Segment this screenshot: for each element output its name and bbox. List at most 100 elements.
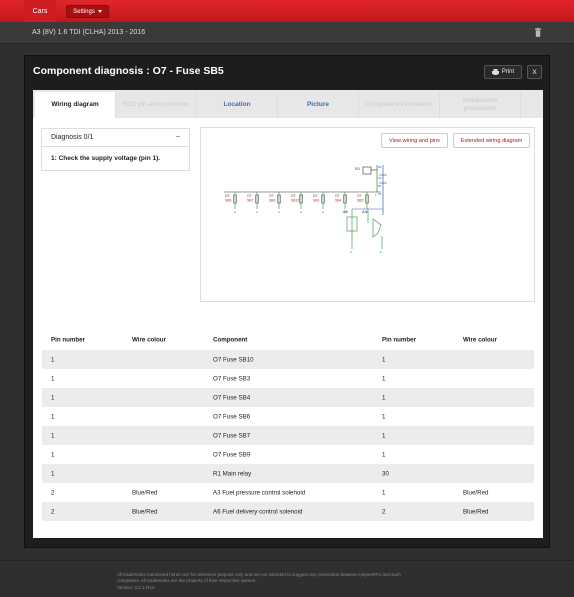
fuse-symbol[interactable]: O7SB9 2 [225, 192, 237, 214]
table-row[interactable]: 1 R1 Main relay 30 [42, 464, 534, 483]
a3-solenoid-symbol [372, 218, 382, 238]
sensor-label: A3 [362, 209, 368, 214]
table-cell: Blue/Red [463, 508, 489, 515]
fuse-symbol[interactable]: O7SB3 2 [313, 192, 325, 214]
table-cell: O7 Fuse SB3 [213, 375, 251, 382]
table-cell: A6 Fuel delivery control solenoid [213, 508, 303, 515]
cars-tab[interactable]: Cars [24, 0, 56, 22]
table-cell: 2 [51, 508, 55, 515]
column-header: Pin number [382, 336, 417, 344]
tab-location[interactable]: Location [197, 92, 278, 118]
fuse-code-label: O7 [291, 194, 296, 198]
fuse-symbol[interactable]: O7SB6 2 [269, 192, 281, 214]
table-row[interactable]: 1 O7 Fuse SB3 1 [42, 369, 534, 388]
table-row[interactable]: 1 O7 Fuse SB4 1 [42, 388, 534, 407]
modal-content-panel: Wiring diagram ECU pin and connector Loc… [33, 90, 543, 538]
footer-disclaimer-line-2: companies. All trademarks are the proper… [117, 578, 257, 583]
tab-ecu-pin-and-connector: ECU pin and connector [116, 92, 197, 118]
table-cell: 1 [382, 356, 386, 363]
table-cell: 1 [51, 356, 55, 363]
fuse-code-label: O7 [335, 194, 340, 198]
fuse-name-label: SB7 [247, 199, 254, 203]
table-cell: O7 Fuse SB4 [213, 394, 251, 401]
tab-picture[interactable]: Picture [278, 92, 359, 118]
tab-wiring-diagram[interactable]: Wiring diagram [35, 92, 116, 118]
table-cell: 30 [382, 470, 389, 477]
table-cell: 1 [51, 413, 55, 420]
table-cell: Blue/Red [132, 489, 158, 496]
table-cell: O7 Fuse SB7 [213, 432, 251, 439]
table-cell: O7 Fuse SB10 [213, 356, 254, 363]
fuse-code-label: O7 [247, 194, 252, 198]
relay-label: R1 [355, 166, 361, 171]
relay-pin-label: 86 [378, 165, 382, 169]
table-cell: 1 [51, 432, 55, 439]
settings-label: Settings [73, 8, 95, 15]
table-cell: 1 [51, 470, 55, 477]
table-cell: 1 [51, 375, 55, 382]
pin-label: 2 [278, 210, 280, 214]
diagnosis-header[interactable]: Diagnosis 0/1 − [42, 129, 189, 147]
table-row[interactable]: 1 O7 Fuse SB7 1 [42, 426, 534, 445]
top-navigation-bar: Cars Settings [0, 0, 574, 22]
print-label: Print [501, 69, 515, 75]
pin-label: 2 [350, 250, 352, 254]
table-row[interactable]: 2 Blue/Red A6 Fuel delivery control soleno… [42, 502, 534, 521]
print-button[interactable]: Print [484, 65, 522, 79]
close-button[interactable]: X [527, 65, 542, 79]
table-cell: 1 [382, 394, 386, 401]
diagnosis-box: Diagnosis 0/1 − 1: Check the supply volt… [41, 128, 190, 171]
view-wiring-and-pins-button[interactable]: View wiring and pins [381, 133, 448, 148]
table-header: Pin number Wire colour Component Pin num… [42, 330, 534, 350]
fuse-name-label: SB10 [291, 199, 299, 203]
table-cell: 1 [51, 394, 55, 401]
table-row[interactable]: 2 Blue/Red A3 Fuel pressure control soleno… [42, 483, 534, 502]
trash-icon[interactable] [535, 28, 541, 37]
extended-wiring-diagram-button[interactable]: Extended wiring diagram [453, 133, 530, 148]
pin-label: 2 [300, 210, 302, 214]
column-header: Wire colour [463, 336, 497, 344]
table-row[interactable]: 1 O7 Fuse SB10 1 [42, 350, 534, 369]
pin-table: Pin number Wire colour Component Pin num… [42, 330, 534, 521]
fuse-name-label: SB4 [335, 199, 342, 203]
relay-symbol [362, 166, 372, 175]
table-cell: 2 [51, 489, 55, 496]
relay-pin-label: 85 [378, 184, 382, 188]
diagnosis-step[interactable]: 1: Check the supply voltage (pin 1). [42, 147, 189, 170]
settings-dropdown[interactable]: Settings [66, 5, 109, 18]
fuse-name-label: SB5 [357, 199, 364, 203]
table-cell: 1 [382, 489, 386, 496]
fuse-symbol[interactable]: O7SB10 2 [291, 192, 303, 214]
vehicle-title: A3 (8V) 1.6 TDI (CLHA) 2013 - 2016 [32, 29, 146, 36]
chevron-down-icon [97, 10, 102, 13]
table-row[interactable]: 1 O7 Fuse SB9 1 [42, 445, 534, 464]
fuse-symbol[interactable]: O7SB7 2 [247, 192, 259, 214]
component-diagnosis-modal: Component diagnosis : O7 - Fuse SB5 Prin… [24, 55, 550, 548]
fuse-name-label: SB6 [269, 199, 276, 203]
fuse-code-label: O7 [313, 194, 318, 198]
table-cell: 1 [382, 375, 386, 382]
tab-bar: Wiring diagram ECU pin and connector Loc… [33, 90, 543, 118]
fuse-code-label: O7 [269, 194, 274, 198]
fuse-name-label: SB3 [313, 199, 320, 203]
table-cell: O7 Fuse SB9 [213, 451, 251, 458]
collapse-icon[interactable]: − [176, 134, 180, 141]
printer-icon [491, 69, 499, 75]
diagnosis-title: Diagnosis 0/1 [51, 134, 94, 141]
fuse-code-label: O7 [225, 194, 230, 198]
pin-label: 2 [322, 210, 324, 214]
table-cell: 1 [51, 451, 55, 458]
table-cell: Blue/Red [132, 508, 158, 515]
tab-initialisation-procedures: Initialisation procedures [440, 92, 521, 118]
pin-label: 2 [256, 210, 258, 214]
footer: All trademarks mentioned herein are for … [0, 560, 574, 597]
pin-label: 1 [375, 193, 377, 197]
wiring-diagram[interactable]: R1 86 30 85 87 O7SB92O7SB72O7SB62O7SB102… [221, 161, 396, 261]
table-cell: 1 [382, 451, 386, 458]
table-row[interactable]: 1 O7 Fuse SB6 1 [42, 407, 534, 426]
table-cell: 1 [382, 432, 386, 439]
vehicle-bar: A3 (8V) 1.6 TDI (CLHA) 2013 - 2016 [0, 22, 574, 44]
footer-version: Version: 3.2.1-R14 [117, 585, 155, 590]
table-cell: A3 Fuel pressure control solenoid [213, 489, 306, 496]
fuse-code-label: O7 [357, 194, 362, 198]
